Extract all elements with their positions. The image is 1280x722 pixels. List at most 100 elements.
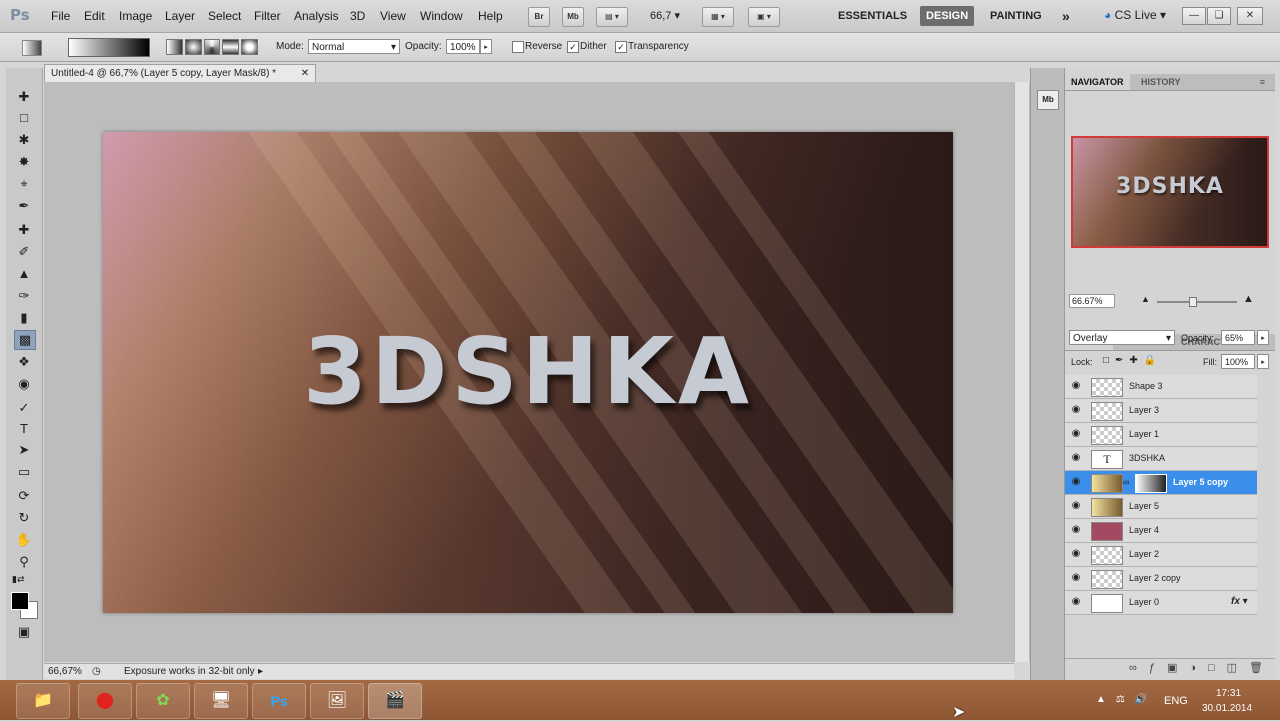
gradient-picker[interactable] <box>68 38 150 57</box>
lasso-tool-icon[interactable]: ✱ <box>14 131 34 149</box>
navigator-slider-handle[interactable] <box>1189 297 1197 307</box>
status-info-icon[interactable]: ◷ <box>92 664 101 679</box>
layer-row[interactable]: ◉ Layer 0 fx ▾ <box>1065 591 1257 615</box>
minimize-button[interactable]: — <box>1182 7 1206 25</box>
zoom-out-icon[interactable]: ▲ <box>1141 294 1150 304</box>
mode-select[interactable]: Normal ▾ <box>308 39 400 54</box>
linear-gradient-icon[interactable] <box>166 39 183 55</box>
zoom-level-dropdown[interactable]: 66,7 ▾ <box>650 9 680 22</box>
menu-3d[interactable]: 3D <box>350 9 365 23</box>
brush-tool-icon[interactable]: ✐ <box>14 243 34 261</box>
crop-tool-icon[interactable]: ⌖ <box>14 175 34 193</box>
layer-opacity-input[interactable]: 65% <box>1221 330 1255 345</box>
layers-footer-buttons[interactable]: ∞ƒ▣◑□◫🗑 <box>1065 658 1275 677</box>
mini-bridge-panel-button[interactable]: Mb <box>1037 90 1059 110</box>
menu-file[interactable]: File <box>51 9 70 23</box>
3d-rotate-tool-icon[interactable]: ⟳ <box>14 487 34 505</box>
explorer-taskbar-icon[interactable]: 📁 <box>16 683 70 719</box>
path-selection-tool-icon[interactable]: ➤ <box>14 441 34 459</box>
menu-layer[interactable]: Layer <box>165 9 195 23</box>
healing-brush-tool-icon[interactable]: ✚ <box>14 221 34 239</box>
diamond-gradient-icon[interactable] <box>241 39 258 55</box>
close-tab-icon[interactable]: ✕ <box>299 65 311 83</box>
layer-row[interactable]: ◉ T 3DSHKA <box>1065 447 1257 471</box>
marquee-tool-icon[interactable]: □ <box>14 109 34 127</box>
reflected-gradient-icon[interactable] <box>222 39 240 55</box>
eye-icon[interactable]: ◉ <box>1069 380 1083 392</box>
tab-navigator[interactable]: NAVIGATOR <box>1065 74 1130 90</box>
blend-mode-select[interactable]: Overlay ▾ <box>1069 330 1175 345</box>
layer-row[interactable]: ◉ Layer 1 <box>1065 423 1257 447</box>
opacity-slider-arrow[interactable]: ▸ <box>480 39 492 54</box>
menu-select[interactable]: Select <box>208 9 241 23</box>
gradient-tool-icon[interactable]: ▩ <box>14 330 36 350</box>
navigator-zoom-input[interactable]: 66.67% <box>1069 294 1115 308</box>
eye-icon[interactable]: ◉ <box>1069 428 1083 440</box>
angle-gradient-icon[interactable] <box>203 39 221 55</box>
eye-icon[interactable]: ◉ <box>1069 452 1083 464</box>
eye-icon[interactable]: ◉ <box>1069 572 1083 584</box>
document-tab[interactable]: Untitled-4 @ 66,7% (Layer 5 copy, Layer … <box>44 64 316 82</box>
layer-row[interactable]: ◉ Layer 4 <box>1065 519 1257 543</box>
zoom-in-icon[interactable]: ▲ <box>1243 293 1254 305</box>
mini-bridge-button[interactable]: Mb <box>562 7 584 27</box>
menu-window[interactable]: Window <box>420 9 463 23</box>
eyedropper-tool-icon[interactable]: ✒ <box>14 197 34 215</box>
menu-view[interactable]: View <box>380 9 406 23</box>
eye-icon[interactable]: ◉ <box>1069 404 1083 416</box>
restore-button[interactable]: ❏ <box>1207 7 1231 25</box>
screen-mode-button[interactable]: ▣ ▾ <box>748 7 780 27</box>
history-brush-tool-icon[interactable]: ✑ <box>14 287 34 305</box>
reverse-checkbox[interactable] <box>512 41 524 53</box>
quick-select-tool-icon[interactable]: ✸ <box>14 153 34 171</box>
opacity-input[interactable]: 100% <box>446 39 480 54</box>
radial-gradient-icon[interactable] <box>184 39 202 55</box>
menu-image[interactable]: Image <box>119 9 152 23</box>
language-indicator[interactable]: ENG <box>1164 695 1188 707</box>
clone-stamp-tool-icon[interactable]: ▲ <box>14 265 34 283</box>
navigator-zoom-slider[interactable] <box>1157 301 1237 303</box>
bridge-button[interactable]: Br <box>528 7 550 27</box>
menu-filter[interactable]: Filter <box>254 9 281 23</box>
pen-tool-icon[interactable]: ✓ <box>14 399 34 417</box>
eraser-tool-icon[interactable]: ▮ <box>14 309 34 327</box>
system-tray-icons[interactable]: ▲⚖🔊 <box>1096 694 1157 705</box>
blur-tool-icon[interactable]: ❖ <box>14 353 34 371</box>
eye-icon[interactable]: ◉ <box>1069 524 1083 536</box>
tool-preset-icon[interactable] <box>22 40 42 56</box>
layer-opacity-arrow[interactable]: ▸ <box>1257 330 1269 345</box>
hand-tool-icon[interactable]: ✋ <box>14 531 34 549</box>
cs-live-menu[interactable]: ◕ CS Live ▾ <box>1104 8 1166 22</box>
network-taskbar-icon[interactable]: 🖥 <box>194 683 248 719</box>
eye-icon[interactable]: ◉ <box>1069 500 1083 512</box>
layer-effects-icon[interactable]: fx ▾ <box>1231 596 1248 607</box>
eye-icon[interactable]: ◉ <box>1069 596 1083 608</box>
dodge-tool-icon[interactable]: ◉ <box>14 375 34 393</box>
move-tool-icon[interactable]: ✚ <box>14 88 34 106</box>
tab-history[interactable]: HISTORY <box>1135 74 1187 90</box>
layer-row-selected[interactable]: ◉ ∞ Layer 5 copy <box>1065 471 1257 495</box>
vertical-scrollbar[interactable] <box>1014 82 1029 662</box>
type-tool-icon[interactable]: T <box>14 420 34 438</box>
quick-mask-icon[interactable]: ▣ <box>14 623 34 641</box>
workspace-essentials[interactable]: ESSENTIALS <box>832 6 913 26</box>
layer-row[interactable]: ◉ Layer 3 <box>1065 399 1257 423</box>
document-canvas[interactable]: 3DSHKA <box>103 132 953 613</box>
3d-orbit-tool-icon[interactable]: ↻ <box>14 509 34 527</box>
mask-link-icon[interactable]: ∞ <box>1123 477 1129 487</box>
view-extras-button[interactable]: ▤ ▾ <box>596 7 628 27</box>
transparency-checkbox[interactable]: ✓ <box>615 41 627 53</box>
foreground-color-swatch[interactable] <box>11 592 29 610</box>
shape-tool-icon[interactable]: ▭ <box>14 463 34 481</box>
status-arrow-icon[interactable]: ▸ <box>258 664 263 679</box>
photoshop-taskbar-icon[interactable]: Ps <box>252 683 306 719</box>
image-viewer-taskbar-icon[interactable]: 🖼 <box>310 683 364 719</box>
workspace-painting[interactable]: PAINTING <box>984 6 1048 26</box>
recorder-taskbar-icon[interactable]: 🎬 <box>368 683 422 719</box>
navigator-thumbnail[interactable]: 3DSHKA <box>1071 136 1269 248</box>
opera-taskbar-icon[interactable]: ⬤ <box>78 683 132 719</box>
layer-row[interactable]: ◉ Layer 2 copy <box>1065 567 1257 591</box>
lock-buttons[interactable]: □✒✚🔒 <box>1103 355 1162 366</box>
status-zoom[interactable]: 66,67% <box>48 664 82 679</box>
dither-checkbox[interactable]: ✓ <box>567 41 579 53</box>
